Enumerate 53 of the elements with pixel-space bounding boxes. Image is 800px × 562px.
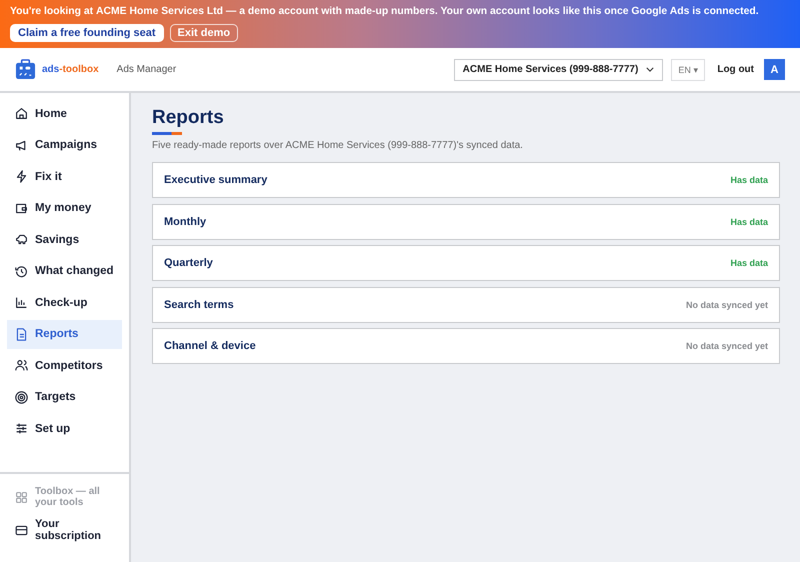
megaphone-icon: [15, 138, 28, 152]
sidebar-footer-item[interactable]: Your subscription: [7, 518, 115, 542]
report-status: Has data: [730, 175, 768, 185]
chevron-down-icon: [646, 67, 654, 72]
page-title: Reports: [152, 107, 225, 129]
page-subtitle: Five ready-made reports over ACME Home Services (999-888-7777)'s synced data.: [152, 140, 524, 151]
report-card[interactable]: Search terms No data synced yet: [152, 286, 780, 322]
sidebar-item[interactable]: Set up: [7, 414, 122, 443]
sidebar-item[interactable]: Check-up: [7, 288, 122, 317]
report-card[interactable]: Monthly Has data: [152, 204, 780, 240]
report-name: Search terms: [164, 298, 234, 310]
report-name: Channel & device: [164, 340, 256, 352]
sidebar-item[interactable]: Reports: [7, 320, 122, 348]
report-name: Quarterly: [164, 257, 213, 269]
sidebar-item[interactable]: What changed: [7, 256, 122, 286]
report-card[interactable]: Executive summary Has data: [152, 162, 780, 198]
grid-icon: [15, 490, 28, 504]
people-icon: [15, 359, 28, 372]
product-name: Ads Manager: [116, 64, 176, 75]
sidebar-item[interactable]: Fix it: [7, 162, 122, 191]
report-status: No data synced yet: [686, 300, 768, 310]
report-name: Monthly: [164, 216, 206, 228]
report-status: Has data: [730, 216, 768, 226]
report-status: Has data: [730, 258, 768, 268]
report-card[interactable]: Quarterly Has data: [152, 245, 780, 281]
sidebar-item[interactable]: Targets: [7, 382, 122, 412]
sliders-icon: [15, 422, 28, 435]
bolt-icon: [15, 170, 28, 183]
sidebar-item[interactable]: Campaigns: [7, 130, 122, 160]
logo-text: ads-toolbox: [42, 64, 99, 75]
doc-icon: [15, 328, 28, 340]
home-icon: [15, 107, 28, 120]
chart-icon: [15, 296, 28, 309]
account-select[interactable]: ACME Home Services (999-888-7777): [454, 58, 664, 80]
language-select[interactable]: EN ▾: [671, 58, 706, 80]
avatar-button[interactable]: A: [764, 59, 785, 80]
history-icon: [15, 264, 28, 278]
target-icon: [15, 390, 28, 404]
demo-message: You're looking at ACME Home Services Ltd — a demo account with made-up numbers. Your own account looks like this once Google Ads is connected.: [10, 5, 759, 19]
report-status: No data synced yet: [686, 341, 768, 351]
logout-link[interactable]: Log out: [711, 63, 760, 76]
sidebar-item[interactable]: Savings: [7, 225, 122, 254]
title-underline: [152, 132, 182, 135]
wallet-icon: [15, 202, 28, 214]
sidebar-item[interactable]: My money: [7, 194, 122, 222]
card-icon: [15, 524, 28, 536]
toolbox-logo-icon: [15, 59, 36, 80]
piggy-icon: [15, 233, 28, 246]
sidebar-item[interactable]: Home: [7, 99, 122, 128]
report-card[interactable]: Channel & device No data synced yet: [152, 328, 780, 364]
report-name: Executive summary: [164, 174, 268, 186]
claim-seat-button[interactable]: Claim a free founding seat: [10, 24, 164, 42]
sidebar-item[interactable]: Competitors: [7, 351, 122, 380]
